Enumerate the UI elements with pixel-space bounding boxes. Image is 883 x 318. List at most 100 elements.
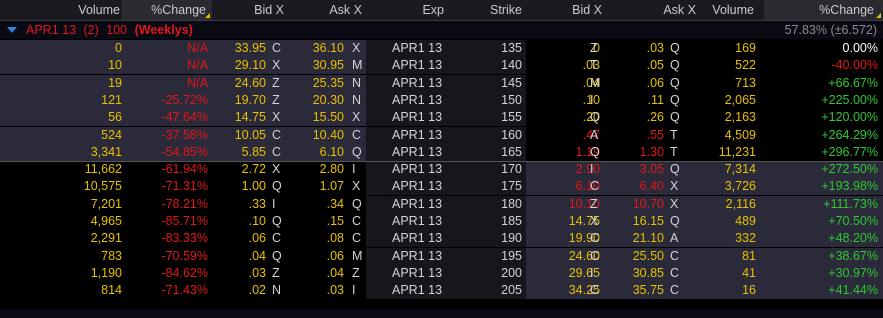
call-ask[interactable]: 30.95 bbox=[290, 57, 344, 74]
call-ask-exchange[interactable]: C bbox=[352, 127, 366, 144]
call-bid[interactable]: 19.70 bbox=[212, 92, 266, 109]
call-ask-exchange[interactable]: N bbox=[352, 92, 366, 109]
table-row[interactable]: 524 -37.58% 10.05 C 10.40 C APR1 13 160.47 A .55 T… bbox=[0, 126, 883, 144]
call-pct-change[interactable]: -84.62% bbox=[122, 265, 208, 282]
strike-price[interactable]: 180 bbox=[450, 196, 522, 213]
table-row[interactable]: 56 -47.64% 14.75 X 15.50 X APR1 13 155.20 Q .26 Q 2… bbox=[0, 109, 883, 127]
call-ask[interactable]: 25.35 bbox=[290, 75, 344, 92]
put-ask-exchange[interactable]: X bbox=[670, 178, 684, 195]
put-bid-exchange[interactable]: Z bbox=[590, 196, 604, 213]
put-ask-exchange[interactable]: C bbox=[670, 265, 684, 282]
call-bid-exchange[interactable]: Q bbox=[272, 213, 286, 230]
call-pct-change[interactable]: N/A bbox=[122, 75, 208, 92]
call-ask[interactable]: .03 bbox=[290, 282, 344, 299]
col-header-call-volume[interactable]: Volume bbox=[0, 0, 122, 20]
call-ask[interactable]: 36.10 bbox=[290, 40, 344, 57]
put-bid-exchange[interactable]: I bbox=[590, 92, 604, 109]
call-bid-exchange[interactable]: N bbox=[272, 282, 286, 299]
strike-price[interactable]: 185 bbox=[450, 213, 522, 230]
call-bid-exchange[interactable]: Z bbox=[272, 92, 286, 109]
table-row[interactable]: 1,190 -84.62% .03 Z .04 Z APR1 13 200 29.65 I 30.8… bbox=[0, 264, 883, 282]
call-ask[interactable]: 10.40 bbox=[290, 127, 344, 144]
strike-price[interactable]: 205 bbox=[450, 282, 522, 299]
expiration[interactable]: APR1 13 bbox=[392, 40, 452, 57]
strike-price[interactable]: 165 bbox=[450, 144, 522, 161]
put-pct-change[interactable]: +38.67% bbox=[760, 248, 878, 265]
put-ask[interactable]: .06 bbox=[610, 75, 664, 92]
call-ask[interactable]: .08 bbox=[290, 230, 344, 247]
put-bid-exchange[interactable]: Q bbox=[590, 144, 604, 161]
put-volume[interactable]: 2,163 bbox=[690, 109, 756, 126]
put-pct-change[interactable]: +225.00% bbox=[760, 92, 878, 109]
call-ask[interactable]: 2.80 bbox=[290, 161, 344, 178]
put-ask-exchange[interactable]: Q bbox=[670, 40, 684, 57]
call-ask-exchange[interactable]: Z bbox=[352, 265, 366, 282]
call-volume[interactable]: 121 bbox=[0, 92, 122, 109]
put-bid-exchange[interactable]: A bbox=[590, 127, 604, 144]
call-volume[interactable]: 2,291 bbox=[0, 230, 122, 247]
table-row[interactable]: 121 -25.72% 19.70 Z 20.30 N APR1 13 150.10 I .11 Q… bbox=[0, 91, 883, 109]
expiration[interactable]: APR1 13 bbox=[392, 57, 452, 74]
strike-price[interactable]: 195 bbox=[450, 248, 522, 265]
put-ask[interactable]: 35.75 bbox=[610, 282, 664, 299]
put-pct-change[interactable]: +264.29% bbox=[760, 127, 878, 144]
put-ask[interactable]: 25.50 bbox=[610, 248, 664, 265]
call-bid[interactable]: .03 bbox=[212, 265, 266, 282]
expiration[interactable]: APR1 13 bbox=[392, 265, 452, 282]
table-row[interactable]: 0 N/A 33.95 C 36.10 X APR1 13 135 0 Z .03 Q 169 0.00% bbox=[0, 40, 883, 57]
put-ask[interactable]: 3.05 bbox=[610, 161, 664, 178]
put-volume[interactable]: 332 bbox=[690, 230, 756, 247]
put-ask[interactable]: 21.10 bbox=[610, 230, 664, 247]
call-bid[interactable]: 14.75 bbox=[212, 109, 266, 126]
call-ask[interactable]: .15 bbox=[290, 213, 344, 230]
call-bid-exchange[interactable]: C bbox=[272, 144, 286, 161]
strike-price[interactable]: 200 bbox=[450, 265, 522, 282]
put-volume[interactable]: 41 bbox=[690, 265, 756, 282]
expiration[interactable]: APR1 13 bbox=[392, 248, 452, 265]
expiration[interactable]: APR1 13 bbox=[392, 109, 452, 126]
put-ask[interactable]: .05 bbox=[610, 57, 664, 74]
col-header-call-ask[interactable]: Ask X bbox=[290, 0, 366, 20]
call-bid[interactable]: 5.85 bbox=[212, 144, 266, 161]
put-ask-exchange[interactable]: Q bbox=[670, 161, 684, 178]
call-ask-exchange[interactable]: C bbox=[352, 230, 366, 247]
col-header-put-pct-change[interactable]: %Change bbox=[764, 0, 883, 20]
put-bid-exchange[interactable]: C bbox=[590, 230, 604, 247]
col-header-call-bid[interactable]: Bid X bbox=[212, 0, 288, 20]
call-pct-change[interactable]: -61.94% bbox=[122, 161, 208, 178]
call-ask[interactable]: 6.10 bbox=[290, 144, 344, 161]
put-volume[interactable]: 16 bbox=[690, 282, 756, 299]
call-pct-change[interactable]: -25.72% bbox=[122, 92, 208, 109]
put-ask[interactable]: .03 bbox=[610, 40, 664, 57]
put-ask-exchange[interactable]: C bbox=[670, 282, 684, 299]
put-volume[interactable]: 2,065 bbox=[690, 92, 756, 109]
put-pct-change[interactable]: +41.44% bbox=[760, 282, 878, 299]
put-ask[interactable]: 1.30 bbox=[610, 144, 664, 161]
put-ask-exchange[interactable]: A bbox=[670, 230, 684, 247]
put-pct-change[interactable]: +30.97% bbox=[760, 265, 878, 282]
put-ask-exchange[interactable]: T bbox=[670, 127, 684, 144]
call-pct-change[interactable]: -71.43% bbox=[122, 282, 208, 299]
put-pct-change[interactable]: +70.50% bbox=[760, 213, 878, 230]
put-bid-exchange[interactable]: Q bbox=[590, 109, 604, 126]
call-ask[interactable]: 15.50 bbox=[290, 109, 344, 126]
call-bid[interactable]: .02 bbox=[212, 282, 266, 299]
put-ask-exchange[interactable]: T bbox=[670, 144, 684, 161]
call-pct-change[interactable]: -85.71% bbox=[122, 213, 208, 230]
call-ask-exchange[interactable]: Q bbox=[352, 144, 366, 161]
call-volume[interactable]: 11,662 bbox=[0, 161, 122, 178]
strike-price[interactable]: 145 bbox=[450, 75, 522, 92]
call-ask-exchange[interactable]: N bbox=[352, 75, 366, 92]
expiration[interactable]: APR1 13 bbox=[392, 161, 452, 178]
put-ask[interactable]: .26 bbox=[610, 109, 664, 126]
strike-price[interactable]: 155 bbox=[450, 109, 522, 126]
put-volume[interactable]: 2,116 bbox=[690, 196, 756, 213]
call-bid[interactable]: 1.00 bbox=[212, 178, 266, 195]
call-pct-change[interactable]: N/A bbox=[122, 57, 208, 74]
call-bid[interactable]: 24.60 bbox=[212, 75, 266, 92]
call-pct-change[interactable]: -70.59% bbox=[122, 248, 208, 265]
call-ask-exchange[interactable]: X bbox=[352, 178, 366, 195]
strike-price[interactable]: 190 bbox=[450, 230, 522, 247]
col-header-put-bid[interactable]: Bid X bbox=[530, 0, 602, 20]
call-bid[interactable]: .06 bbox=[212, 230, 266, 247]
